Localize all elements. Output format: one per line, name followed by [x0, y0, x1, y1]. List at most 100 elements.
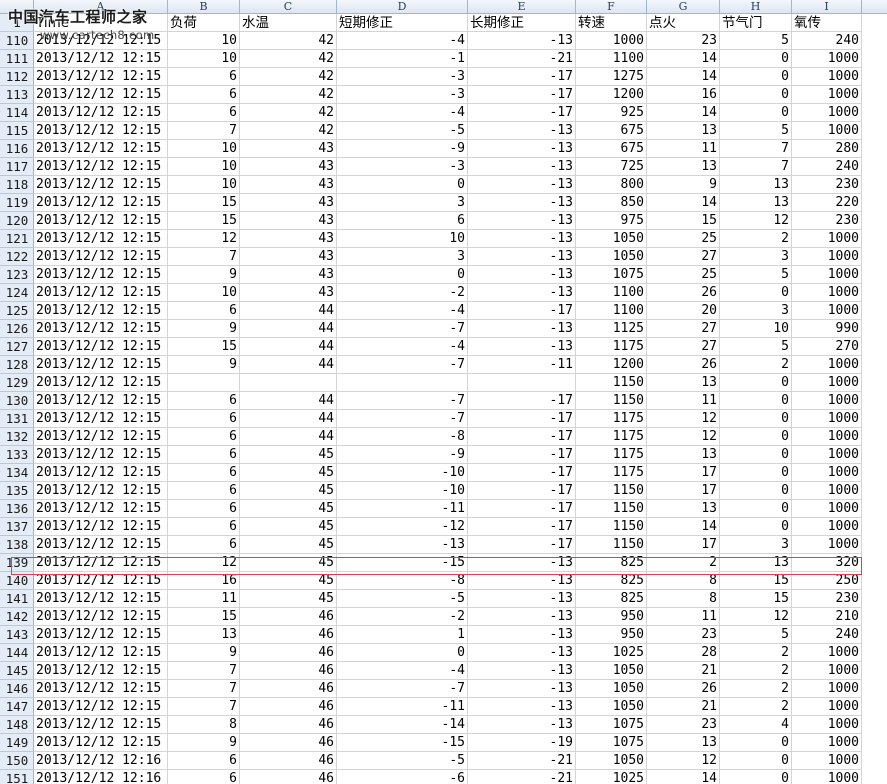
cell-f[interactable]: 1150	[576, 536, 647, 554]
cell-f[interactable]: 1175	[576, 410, 647, 428]
cell-h[interactable]: 4	[720, 716, 792, 734]
cell-f[interactable]: 725	[576, 158, 647, 176]
cell-i[interactable]: 1000	[792, 734, 862, 752]
cell-a[interactable]: 2013/12/12 12:15	[34, 86, 168, 104]
cell-e[interactable]: -13	[468, 320, 576, 338]
cell-c[interactable]: 43	[240, 284, 337, 302]
cell-c[interactable]: 45	[240, 446, 337, 464]
cell-g[interactable]: 27	[647, 338, 720, 356]
cell-b[interactable]: 6	[168, 68, 240, 86]
row-number[interactable]: 125	[0, 302, 34, 320]
cell-d[interactable]: -10	[337, 464, 468, 482]
cell-a[interactable]: 2013/12/12 12:15	[34, 446, 168, 464]
cell-i[interactable]: 1000	[792, 464, 862, 482]
cell-c[interactable]: 43	[240, 140, 337, 158]
cell-a[interactable]: 2013/12/12 12:15	[34, 194, 168, 212]
cell-a[interactable]: 2013/12/12 12:15	[34, 356, 168, 374]
cell-a[interactable]: 2013/12/12 12:15	[34, 644, 168, 662]
row-number[interactable]: 139	[0, 554, 34, 572]
cell-b[interactable]: 12	[168, 554, 240, 572]
cell-b[interactable]: 10	[168, 176, 240, 194]
cell-a[interactable]: 2013/12/12 12:15	[34, 302, 168, 320]
cell-h[interactable]: 0	[720, 446, 792, 464]
cell-g[interactable]: 11	[647, 608, 720, 626]
cell-d[interactable]: -8	[337, 572, 468, 590]
cell-b[interactable]: 6	[168, 500, 240, 518]
cell-g[interactable]: 14	[647, 194, 720, 212]
row-number[interactable]: 112	[0, 68, 34, 86]
cell-h[interactable]: 5	[720, 32, 792, 50]
cell-i[interactable]: 240	[792, 626, 862, 644]
cell-e[interactable]: -17	[468, 104, 576, 122]
cell-i[interactable]: 270	[792, 338, 862, 356]
cell-a[interactable]: 2013/12/12 12:15	[34, 482, 168, 500]
column-header-c[interactable]: C	[240, 0, 337, 14]
cell-g[interactable]: 20	[647, 302, 720, 320]
cell-i[interactable]: 1000	[792, 716, 862, 734]
cell-f[interactable]: 1025	[576, 770, 647, 784]
row-number[interactable]: 121	[0, 230, 34, 248]
cell-g[interactable]: 8	[647, 572, 720, 590]
header-cell-g[interactable]: 点火	[647, 14, 720, 32]
cell-d[interactable]: -12	[337, 518, 468, 536]
cell-h[interactable]: 15	[720, 572, 792, 590]
cell-h[interactable]: 0	[720, 68, 792, 86]
cell-c[interactable]: 43	[240, 194, 337, 212]
cell-c[interactable]: 43	[240, 158, 337, 176]
cell-f[interactable]: 1150	[576, 392, 647, 410]
row-number[interactable]: 114	[0, 104, 34, 122]
cell-i[interactable]: 220	[792, 194, 862, 212]
cell-b[interactable]: 9	[168, 266, 240, 284]
column-header-i[interactable]: I	[792, 0, 862, 14]
cell-c[interactable]: 42	[240, 104, 337, 122]
cell-e[interactable]: -17	[468, 86, 576, 104]
cell-f[interactable]: 1200	[576, 86, 647, 104]
cell-f[interactable]: 1050	[576, 680, 647, 698]
row-number[interactable]: 117	[0, 158, 34, 176]
cell-h[interactable]: 2	[720, 662, 792, 680]
cell-f[interactable]: 1100	[576, 284, 647, 302]
cell-f[interactable]: 1125	[576, 320, 647, 338]
cell-h[interactable]: 0	[720, 392, 792, 410]
cell-g[interactable]: 11	[647, 392, 720, 410]
row-number[interactable]: 113	[0, 86, 34, 104]
cell-i[interactable]: 1000	[792, 662, 862, 680]
cell-c[interactable]: 44	[240, 338, 337, 356]
cell-b[interactable]: 9	[168, 320, 240, 338]
cell-d[interactable]: -14	[337, 716, 468, 734]
cell-f[interactable]: 1050	[576, 662, 647, 680]
cell-c[interactable]: 46	[240, 680, 337, 698]
cell-b[interactable]: 10	[168, 140, 240, 158]
cell-b[interactable]: 16	[168, 572, 240, 590]
cell-g[interactable]: 14	[647, 68, 720, 86]
cell-c[interactable]: 45	[240, 536, 337, 554]
cell-g[interactable]: 26	[647, 356, 720, 374]
cell-b[interactable]: 8	[168, 716, 240, 734]
cell-d[interactable]: -15	[337, 734, 468, 752]
cell-h[interactable]: 13	[720, 176, 792, 194]
cell-g[interactable]: 13	[647, 446, 720, 464]
cell-a[interactable]: 2013/12/12 12:15	[34, 428, 168, 446]
cell-d[interactable]: 0	[337, 266, 468, 284]
cell-a[interactable]: 2013/12/12 12:15	[34, 716, 168, 734]
cell-a[interactable]: 2013/12/12 12:15	[34, 230, 168, 248]
row-number[interactable]: 110	[0, 32, 34, 50]
column-header-d[interactable]: D	[337, 0, 468, 14]
cell-b[interactable]: 11	[168, 590, 240, 608]
cell-b[interactable]: 7	[168, 662, 240, 680]
column-header-h[interactable]: H	[720, 0, 792, 14]
cell-i[interactable]: 1000	[792, 752, 862, 770]
cell-a[interactable]: 2013/12/12 12:15	[34, 248, 168, 266]
cell-c[interactable]: 45	[240, 572, 337, 590]
cell-i[interactable]: 230	[792, 590, 862, 608]
cell-g[interactable]: 14	[647, 518, 720, 536]
cell-e[interactable]: -17	[468, 500, 576, 518]
cell-g[interactable]: 13	[647, 374, 720, 392]
cell-f[interactable]: 1100	[576, 50, 647, 68]
cell-e[interactable]: -13	[468, 212, 576, 230]
cell-h[interactable]: 0	[720, 104, 792, 122]
cell-g[interactable]: 12	[647, 428, 720, 446]
cell-i[interactable]: 1000	[792, 500, 862, 518]
cell-b[interactable]: 10	[168, 284, 240, 302]
cell-i[interactable]: 250	[792, 572, 862, 590]
